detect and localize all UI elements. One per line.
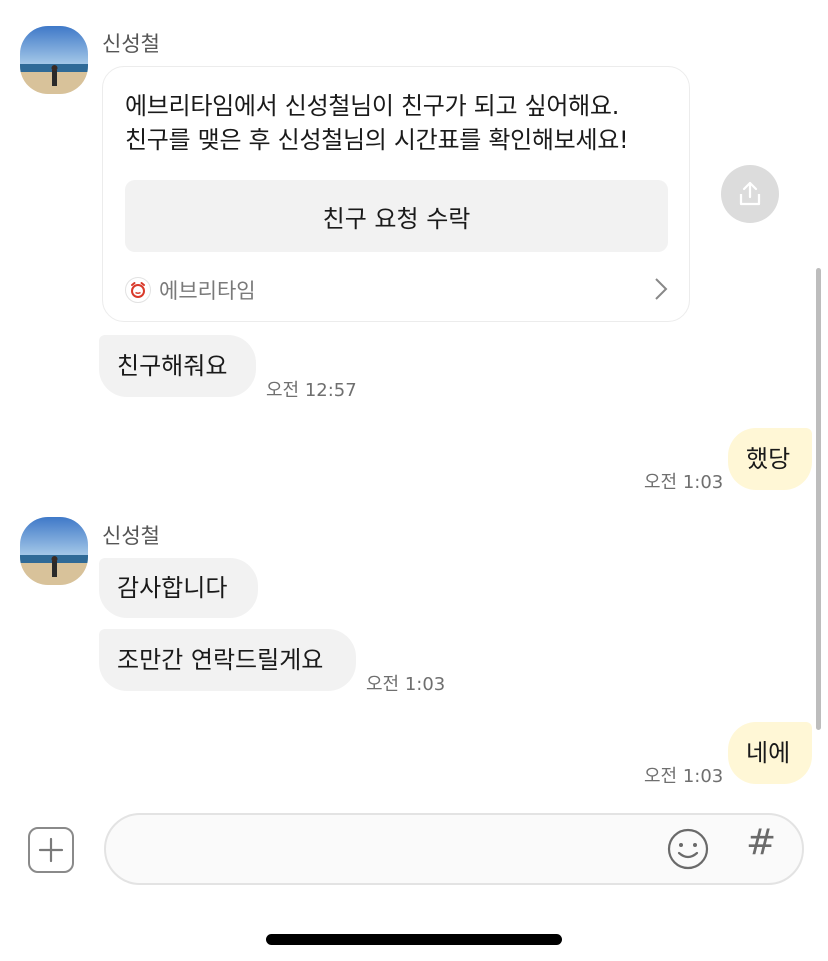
sender-name: 신성철 <box>102 32 160 56</box>
message-bubble[interactable]: 친구해줘요 <box>99 335 256 397</box>
share-icon <box>739 181 761 206</box>
hashtag-button[interactable]: # <box>746 822 776 863</box>
message-time: 오전 1:03 <box>644 472 724 493</box>
message-bubble[interactable]: 감사합니다 <box>99 558 258 618</box>
message-time: 오전 1:03 <box>366 674 446 695</box>
share-button[interactable] <box>721 165 779 223</box>
app-name: 에브리타임 <box>159 279 256 303</box>
message-bubble[interactable]: 네에 <box>728 722 812 784</box>
message-time: 오전 1:03 <box>644 766 724 787</box>
emoji-button[interactable] <box>666 827 710 871</box>
card-footer-link[interactable]: 에브리타임 <box>125 275 668 305</box>
card-line: 에브리타임에서 신성철님이 친구가 되고 싶어해요. <box>125 92 620 120</box>
avatar[interactable] <box>20 517 88 585</box>
plus-icon <box>38 837 64 863</box>
card-message: 에브리타임에서 신성철님이 친구가 되고 싶어해요. 친구를 맺은 후 신성철님… <box>125 89 629 157</box>
attach-button[interactable] <box>28 827 74 873</box>
message-bubble[interactable]: 했당 <box>728 428 812 490</box>
scrollbar[interactable] <box>816 268 821 730</box>
accept-friend-request-button[interactable]: 친구 요청 수락 <box>125 180 668 252</box>
message-time: 오전 12:57 <box>266 380 357 401</box>
message-bubble[interactable]: 조만간 연락드릴게요 <box>99 629 356 691</box>
avatar[interactable] <box>20 26 88 94</box>
sender-name: 신성철 <box>102 524 160 548</box>
friend-request-card: 에브리타임에서 신성철님이 친구가 되고 싶어해요. 친구를 맺은 후 신성철님… <box>102 66 690 322</box>
card-line: 친구를 맺은 후 신성철님의 시간표를 확인해보세요! <box>125 126 629 154</box>
emoji-icon <box>667 828 709 870</box>
chevron-right-icon <box>654 277 668 305</box>
message-input[interactable] <box>130 829 654 871</box>
home-indicator <box>266 934 562 945</box>
alarm-clock-icon <box>125 277 151 303</box>
